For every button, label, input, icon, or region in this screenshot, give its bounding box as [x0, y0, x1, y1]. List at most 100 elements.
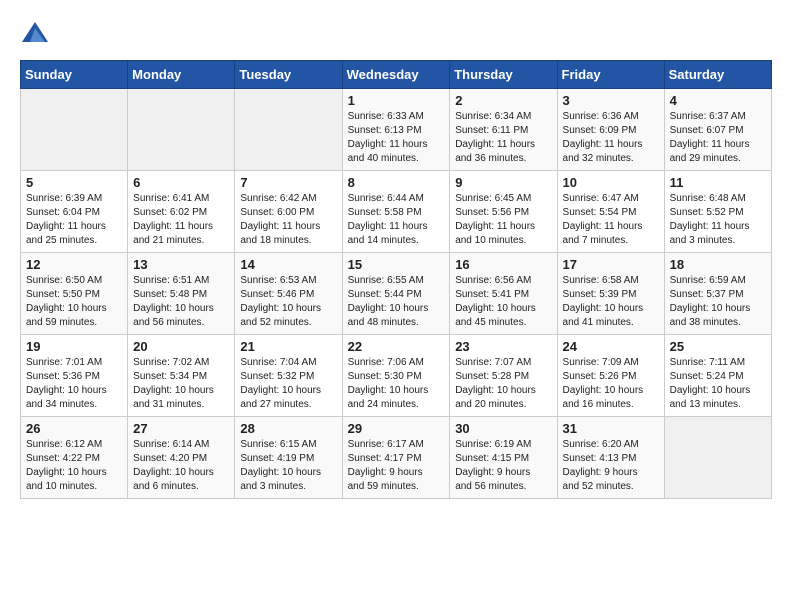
day-info: Sunrise: 6:17 AM Sunset: 4:17 PM Dayligh…	[348, 438, 445, 494]
calendar-cell: 17 Sunrise: 6:58 AM Sunset: 5:39 PM Dayli…	[557, 253, 664, 335]
day-info: Sunrise: 6:12 AM Sunset: 4:22 PM Dayligh…	[26, 438, 122, 494]
day-info: Sunrise: 7:02 AM Sunset: 5:34 PM Dayligh…	[133, 356, 229, 412]
day-number: 22	[348, 339, 445, 354]
weekday-header-row: SundayMondayTuesdayWednesdayThursdayFrid…	[21, 61, 772, 89]
calendar-cell: 18 Sunrise: 6:59 AM Sunset: 5:37 PM Dayli…	[664, 253, 771, 335]
day-number: 15	[348, 257, 445, 272]
day-number: 26	[26, 421, 122, 436]
day-info: Sunrise: 6:56 AM Sunset: 5:41 PM Dayligh…	[455, 274, 551, 330]
day-number: 6	[133, 175, 229, 190]
day-info: Sunrise: 7:11 AM Sunset: 5:24 PM Dayligh…	[670, 356, 766, 412]
day-number: 17	[563, 257, 659, 272]
day-number: 14	[240, 257, 336, 272]
calendar-cell: 15 Sunrise: 6:55 AM Sunset: 5:44 PM Dayli…	[342, 253, 450, 335]
weekday-header-sunday: Sunday	[21, 61, 128, 89]
calendar-cell: 27Sunrise: 6:14 AM Sunset: 4:20 PM Dayli…	[128, 417, 235, 499]
calendar-cell	[235, 89, 342, 171]
day-number: 7	[240, 175, 336, 190]
day-number: 19	[26, 339, 122, 354]
day-info: Sunrise: 6:20 AM Sunset: 4:13 PM Dayligh…	[563, 438, 659, 494]
day-number: 27	[133, 421, 229, 436]
day-number: 3	[563, 93, 659, 108]
day-number: 11	[670, 175, 766, 190]
weekday-header-monday: Monday	[128, 61, 235, 89]
calendar-cell: 10 Sunrise: 6:47 AM Sunset: 5:54 PM Dayli…	[557, 171, 664, 253]
day-info: Sunrise: 6:53 AM Sunset: 5:46 PM Dayligh…	[240, 274, 336, 330]
calendar-cell	[664, 417, 771, 499]
day-info: Sunrise: 6:15 AM Sunset: 4:19 PM Dayligh…	[240, 438, 336, 494]
calendar-cell: 26 Sunrise: 6:12 AM Sunset: 4:22 PM Dayli…	[21, 417, 128, 499]
calendar-table: SundayMondayTuesdayWednesdayThursdayFrid…	[20, 60, 772, 499]
day-info: Sunrise: 6:47 AM Sunset: 5:54 PM Dayligh…	[563, 192, 659, 248]
calendar-week-row-5: 26 Sunrise: 6:12 AM Sunset: 4:22 PM Dayli…	[21, 417, 772, 499]
day-number: 16	[455, 257, 551, 272]
day-info: Sunrise: 7:06 AM Sunset: 5:30 PM Dayligh…	[348, 356, 445, 412]
calendar-cell: 19Sunrise: 7:01 AM Sunset: 5:36 PM Dayli…	[21, 335, 128, 417]
logo-icon	[20, 20, 50, 50]
day-info: Sunrise: 7:09 AM Sunset: 5:26 PM Dayligh…	[563, 356, 659, 412]
day-number: 12	[26, 257, 122, 272]
calendar-cell: 23 Sunrise: 7:07 AM Sunset: 5:28 PM Dayli…	[450, 335, 557, 417]
day-number: 29	[348, 421, 445, 436]
calendar-cell: 6Sunrise: 6:41 AM Sunset: 6:02 PM Daylig…	[128, 171, 235, 253]
weekday-header-tuesday: Tuesday	[235, 61, 342, 89]
weekday-header-wednesday: Wednesday	[342, 61, 450, 89]
calendar-week-row-1: 1 Sunrise: 6:33 AM Sunset: 6:13 PM Daylig…	[21, 89, 772, 171]
calendar-cell: 9Sunrise: 6:45 AM Sunset: 5:56 PM Daylig…	[450, 171, 557, 253]
logo	[20, 20, 54, 50]
calendar-cell: 21Sunrise: 7:04 AM Sunset: 5:32 PM Dayli…	[235, 335, 342, 417]
day-info: Sunrise: 6:51 AM Sunset: 5:48 PM Dayligh…	[133, 274, 229, 330]
page-header	[20, 20, 772, 50]
day-number: 18	[670, 257, 766, 272]
day-info: Sunrise: 6:19 AM Sunset: 4:15 PM Dayligh…	[455, 438, 551, 494]
calendar-cell: 25Sunrise: 7:11 AM Sunset: 5:24 PM Dayli…	[664, 335, 771, 417]
day-info: Sunrise: 6:36 AM Sunset: 6:09 PM Dayligh…	[563, 110, 659, 166]
day-number: 5	[26, 175, 122, 190]
weekday-header-friday: Friday	[557, 61, 664, 89]
calendar-cell: 2Sunrise: 6:34 AM Sunset: 6:11 PM Daylig…	[450, 89, 557, 171]
day-info: Sunrise: 6:33 AM Sunset: 6:13 PM Dayligh…	[348, 110, 445, 166]
calendar-cell: 14 Sunrise: 6:53 AM Sunset: 5:46 PM Dayli…	[235, 253, 342, 335]
day-number: 13	[133, 257, 229, 272]
day-info: Sunrise: 6:48 AM Sunset: 5:52 PM Dayligh…	[670, 192, 766, 248]
day-info: Sunrise: 6:44 AM Sunset: 5:58 PM Dayligh…	[348, 192, 445, 248]
day-info: Sunrise: 6:39 AM Sunset: 6:04 PM Dayligh…	[26, 192, 122, 248]
calendar-cell: 11 Sunrise: 6:48 AM Sunset: 5:52 PM Dayli…	[664, 171, 771, 253]
calendar-cell: 1 Sunrise: 6:33 AM Sunset: 6:13 PM Daylig…	[342, 89, 450, 171]
day-number: 24	[563, 339, 659, 354]
day-info: Sunrise: 6:34 AM Sunset: 6:11 PM Dayligh…	[455, 110, 551, 166]
day-info: Sunrise: 6:50 AM Sunset: 5:50 PM Dayligh…	[26, 274, 122, 330]
calendar-cell	[128, 89, 235, 171]
day-info: Sunrise: 6:55 AM Sunset: 5:44 PM Dayligh…	[348, 274, 445, 330]
day-number: 4	[670, 93, 766, 108]
day-info: Sunrise: 6:37 AM Sunset: 6:07 PM Dayligh…	[670, 110, 766, 166]
weekday-header-saturday: Saturday	[664, 61, 771, 89]
calendar-cell: 4 Sunrise: 6:37 AM Sunset: 6:07 PM Daylig…	[664, 89, 771, 171]
calendar-cell: 22 Sunrise: 7:06 AM Sunset: 5:30 PM Dayli…	[342, 335, 450, 417]
day-number: 30	[455, 421, 551, 436]
day-info: Sunrise: 6:45 AM Sunset: 5:56 PM Dayligh…	[455, 192, 551, 248]
day-number: 20	[133, 339, 229, 354]
calendar-cell: 13 Sunrise: 6:51 AM Sunset: 5:48 PM Dayli…	[128, 253, 235, 335]
calendar-cell: 8 Sunrise: 6:44 AM Sunset: 5:58 PM Daylig…	[342, 171, 450, 253]
calendar-cell	[21, 89, 128, 171]
day-number: 31	[563, 421, 659, 436]
day-info: Sunrise: 6:58 AM Sunset: 5:39 PM Dayligh…	[563, 274, 659, 330]
calendar-cell: 31 Sunrise: 6:20 AM Sunset: 4:13 PM Dayli…	[557, 417, 664, 499]
calendar-cell: 30 Sunrise: 6:19 AM Sunset: 4:15 PM Dayli…	[450, 417, 557, 499]
day-number: 1	[348, 93, 445, 108]
day-number: 8	[348, 175, 445, 190]
day-info: Sunrise: 7:04 AM Sunset: 5:32 PM Dayligh…	[240, 356, 336, 412]
day-info: Sunrise: 6:59 AM Sunset: 5:37 PM Dayligh…	[670, 274, 766, 330]
calendar-cell: 29 Sunrise: 6:17 AM Sunset: 4:17 PM Dayli…	[342, 417, 450, 499]
calendar-cell: 24 Sunrise: 7:09 AM Sunset: 5:26 PM Dayli…	[557, 335, 664, 417]
day-number: 23	[455, 339, 551, 354]
day-info: Sunrise: 6:42 AM Sunset: 6:00 PM Dayligh…	[240, 192, 336, 248]
weekday-header-thursday: Thursday	[450, 61, 557, 89]
day-info: Sunrise: 7:07 AM Sunset: 5:28 PM Dayligh…	[455, 356, 551, 412]
calendar-cell: 5 Sunrise: 6:39 AM Sunset: 6:04 PM Daylig…	[21, 171, 128, 253]
calendar-week-row-3: 12 Sunrise: 6:50 AM Sunset: 5:50 PM Dayli…	[21, 253, 772, 335]
calendar-cell: 28Sunrise: 6:15 AM Sunset: 4:19 PM Dayli…	[235, 417, 342, 499]
calendar-cell: 3 Sunrise: 6:36 AM Sunset: 6:09 PM Daylig…	[557, 89, 664, 171]
day-number: 10	[563, 175, 659, 190]
